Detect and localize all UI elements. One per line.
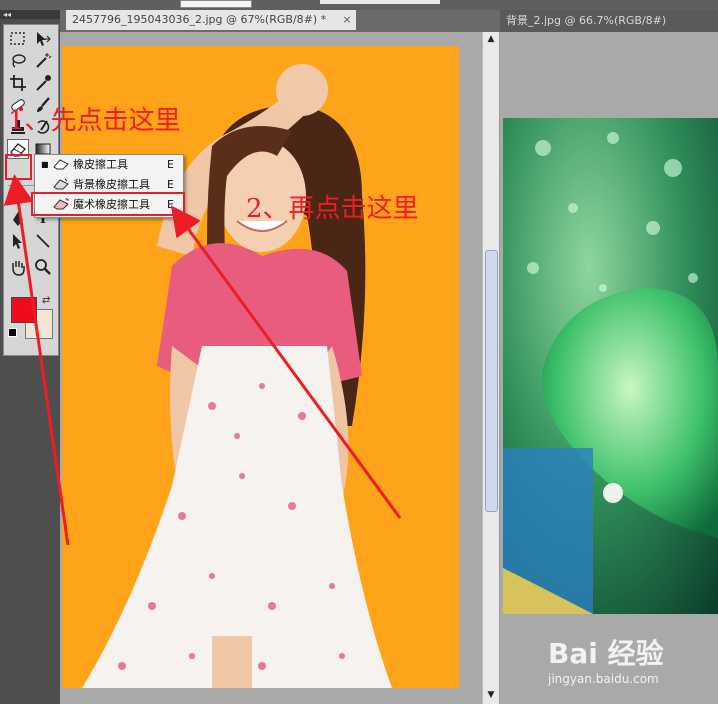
move-icon[interactable]	[32, 29, 54, 49]
options-field-secondary[interactable]	[320, 0, 440, 4]
options-bar-strip	[0, 0, 718, 10]
path-select-icon[interactable]	[7, 231, 29, 251]
lasso-icon[interactable]	[7, 51, 29, 71]
close-icon[interactable]: ×	[340, 13, 354, 27]
document-tab-2[interactable]: 背景_2.jpg @ 66.7%(RGB/8#)	[506, 11, 666, 31]
options-field[interactable]	[180, 0, 252, 8]
eyedropper-icon[interactable]	[32, 73, 54, 93]
menu-item-shortcut: E	[167, 158, 174, 171]
zoom-icon[interactable]	[32, 257, 54, 277]
vertical-scrollbar[interactable]: ▲ ▼	[482, 32, 499, 704]
background-eraser-icon	[53, 178, 69, 190]
background-photo-canvas[interactable]	[503, 118, 718, 614]
toolbox-collapse-grip[interactable]: ◂◂	[0, 10, 60, 19]
watermark-brand: Bai 经验	[548, 637, 664, 670]
scroll-down-icon[interactable]: ▼	[483, 688, 499, 702]
crop-icon[interactable]	[7, 73, 29, 93]
photo-canvas[interactable]	[62, 46, 459, 688]
hand-icon[interactable]	[7, 257, 29, 277]
highlight-box-eraser-tool	[5, 154, 32, 180]
annotation-step-1: 1、先点击这里	[8, 106, 181, 136]
watermark-url: jingyan.baidu.com	[548, 672, 659, 686]
selected-bullet: ■	[41, 160, 49, 169]
pen-icon[interactable]	[7, 209, 29, 229]
eraser-icon	[53, 159, 69, 170]
baidu-jingyan-watermark: Bai 经验 jingyan.baidu.com	[548, 624, 718, 704]
menu-item-eraser-tool[interactable]: ■ 橡皮擦工具 E	[35, 155, 183, 174]
swap-colors-icon[interactable]: ⇄	[42, 295, 50, 306]
magic-wand-icon[interactable]	[32, 51, 54, 71]
line-icon[interactable]	[32, 231, 54, 251]
scroll-up-icon[interactable]: ▲	[483, 32, 499, 46]
foreground-color-swatch[interactable]	[11, 297, 37, 323]
annotation-step-2: 2、再点击这里	[246, 194, 419, 224]
scrollbar-thumb[interactable]	[485, 250, 498, 512]
menu-item-label: 橡皮擦工具	[73, 158, 128, 171]
highlight-box-magic-eraser	[31, 192, 185, 216]
default-colors-icon[interactable]	[8, 328, 17, 337]
green-heart-photo	[503, 118, 718, 614]
document-tab-1[interactable]: 2457796_195043036_2.jpg @ 67%(RGB/8#) *	[66, 10, 356, 30]
portrait-photo	[82, 64, 392, 688]
rectangular-marquee-icon[interactable]	[7, 29, 29, 49]
